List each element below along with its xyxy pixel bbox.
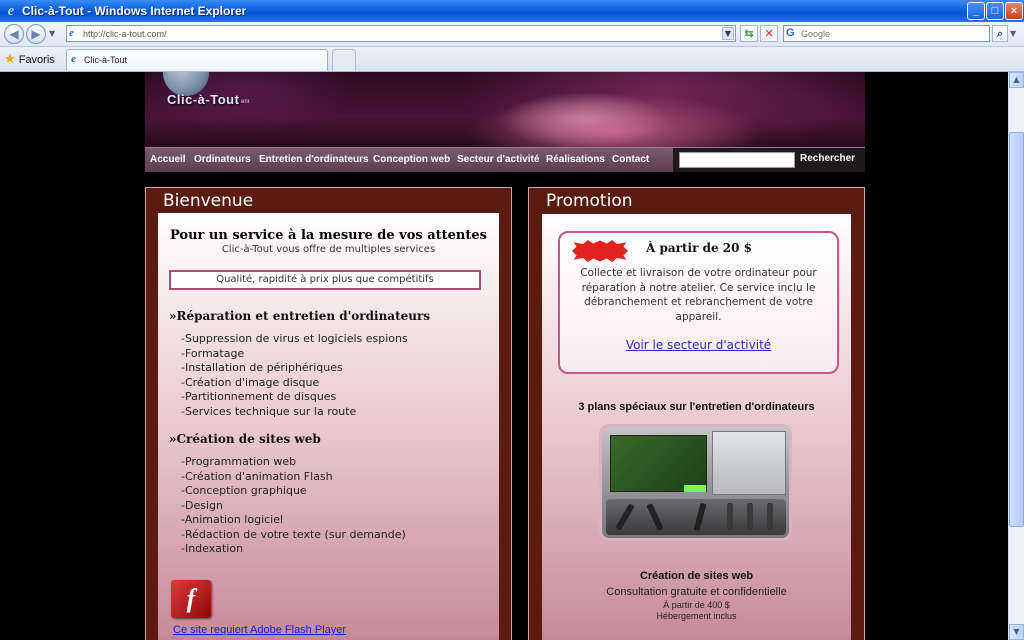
list-item: -Design <box>181 498 223 512</box>
window-title: Clic-à-Tout - Windows Internet Explorer <box>22 4 247 18</box>
site-logo-sub: enr <box>241 99 250 105</box>
site-container: Clic-à-Tout enr Accueil Ordinateurs Entr… <box>145 72 865 640</box>
promo-card: À partir de 20 $ Collecte et livraison d… <box>558 231 839 374</box>
favorites-label: Favoris <box>18 54 55 66</box>
site-nav: Accueil Ordinateurs Entretien d'ordinate… <box>145 147 865 172</box>
starburst-icon <box>572 240 628 262</box>
page-viewport: Clic-à-Tout enr Accueil Ordinateurs Entr… <box>0 72 1008 640</box>
site-banner: Clic-à-Tout enr <box>145 72 865 147</box>
new-tab-button[interactable] <box>332 49 356 71</box>
chassis-shape <box>712 431 786 495</box>
back-arrow-icon: ◀ <box>9 27 19 41</box>
list-item: -Services technique sur la route <box>181 404 357 418</box>
promotion-heading: Promotion <box>546 191 633 211</box>
welcome-body: Pour un service à la mesure de vos atten… <box>158 213 499 640</box>
maximize-button[interactable]: □ <box>986 2 1004 20</box>
flash-player-link[interactable]: Ce site requiert Adobe Flash Player <box>173 624 346 636</box>
repair-list: -Suppression de virus et logiciels espio… <box>181 332 408 419</box>
list-item: -Création d'image disque <box>181 375 320 389</box>
search-box[interactable]: G <box>783 25 990 42</box>
refresh-button[interactable]: ⇆ <box>740 25 758 42</box>
tab-label: Clic-à-Tout <box>84 55 128 65</box>
list-item: -Rédaction de votre texte (sur demande) <box>181 527 406 541</box>
address-field[interactable]: e ▼ <box>66 25 736 42</box>
welcome-subtitle: Clic-à-Tout vous offre de multiples serv… <box>221 244 436 255</box>
chevron-down-icon[interactable]: ▼ <box>722 27 734 40</box>
stop-icon: ✕ <box>764 27 774 40</box>
section-title-repair: »Réparation et entretien d'ordinateurs <box>169 309 431 323</box>
list-item: -Partitionnement de disques <box>181 390 337 403</box>
motherboard-shape <box>610 435 707 492</box>
google-icon: G <box>786 27 795 39</box>
list-item: -Installation de périphériques <box>181 361 343 374</box>
search-input[interactable] <box>801 26 981 41</box>
nav-entretien[interactable]: Entretien d'ordinateurs <box>259 154 369 165</box>
secteur-activite-link[interactable]: Voir le secteur d'activité <box>560 338 837 352</box>
forward-button[interactable]: ▶ <box>26 24 46 44</box>
web-services-title: Création de sites web <box>639 570 754 582</box>
search-button[interactable]: ⌕ <box>992 25 1008 42</box>
list-item: -Création d'animation Flash <box>181 469 333 483</box>
list-item: -Indexation <box>181 542 244 555</box>
site-search-button[interactable]: Rechercher <box>800 153 855 164</box>
close-button[interactable]: × <box>1005 2 1023 20</box>
web-services-hosting: Hébergement inclus <box>656 611 737 621</box>
search-options-icon[interactable]: ▼ <box>1010 29 1016 38</box>
list-item: -Programmation web <box>181 455 297 468</box>
scroll-up-icon[interactable]: ▲ <box>1009 72 1024 88</box>
favorites-bar: ★ Favoris e Clic-à-Tout <box>0 47 1024 72</box>
promo-text: Collecte et livraison de votre ordinateu… <box>580 267 817 323</box>
vertical-scrollbar[interactable]: ▲ ▼ <box>1008 72 1024 640</box>
welcome-heading: Bienvenue <box>163 191 254 211</box>
green-tag-shape <box>684 485 706 492</box>
computer-repair-image[interactable] <box>599 424 792 541</box>
search-icon: ⌕ <box>996 27 1004 40</box>
nav-realisations[interactable]: Réalisations <box>546 154 605 165</box>
plans-title: 3 plans spéciaux sur l'entretien d'ordin… <box>578 401 815 413</box>
site-search: Rechercher <box>673 148 865 172</box>
minimize-button[interactable]: _ <box>967 2 985 20</box>
flash-player-icon[interactable]: f <box>171 580 211 618</box>
site-logo[interactable]: Clic-à-Tout <box>167 92 239 107</box>
site-search-input[interactable] <box>679 152 795 168</box>
list-item: -Conception graphique <box>181 484 307 497</box>
scroll-thumb[interactable] <box>1009 132 1024 527</box>
list-item: -Animation logiciel <box>181 513 284 526</box>
window-titlebar: e Clic-à-Tout - Windows Internet Explore… <box>0 0 1024 22</box>
history-dropdown-icon[interactable]: ▼ <box>49 29 55 38</box>
tab-clic-a-tout[interactable]: e Clic-à-Tout <box>66 49 328 71</box>
favorites-button[interactable]: ★ Favoris <box>4 51 55 67</box>
refresh-icon: ⇆ <box>744 27 754 40</box>
address-toolbar: ◀ ▶ ▼ e ▼ ⇆ ✕ G ⌕ ▼ <box>0 22 1024 47</box>
promotion-panel: Promotion À partir de 20 $ Collecte et l… <box>528 187 865 640</box>
ram-stick-shape <box>727 503 733 531</box>
nav-accueil[interactable]: Accueil <box>150 154 186 165</box>
welcome-title: Pour un service à la mesure de vos atten… <box>170 228 487 243</box>
url-input[interactable] <box>83 26 713 41</box>
stop-button[interactable]: ✕ <box>760 25 778 42</box>
web-services-line: Consultation gratuite et confidentielle <box>606 586 787 598</box>
list-item: -Suppression de virus et logiciels espio… <box>181 332 408 345</box>
welcome-panel: Bienvenue Pour un service à la mesure de… <box>145 187 512 640</box>
ram-stick-shape <box>747 503 753 531</box>
section-title-web: »Création de sites web <box>169 432 321 446</box>
nav-secteur[interactable]: Secteur d'activité <box>457 154 539 165</box>
web-list: -Programmation web -Création d'animation… <box>181 455 406 557</box>
nav-contact[interactable]: Contact <box>612 154 649 165</box>
nav-ordinateurs[interactable]: Ordinateurs <box>194 154 251 165</box>
list-item: -Formatage <box>181 346 245 360</box>
tab-page-icon: e <box>71 53 76 65</box>
web-services-price: À partir de 400 $ <box>663 600 730 610</box>
ie-logo-icon: e <box>7 3 15 19</box>
forward-arrow-icon: ▶ <box>31 27 41 41</box>
promotion-body: À partir de 20 $ Collecte et livraison d… <box>542 214 851 640</box>
nav-conception-web[interactable]: Conception web <box>373 154 450 165</box>
scroll-down-icon[interactable]: ▼ <box>1009 624 1024 640</box>
star-icon: ★ <box>4 51 16 66</box>
welcome-highlight: Qualité, rapidité à prix plus que compét… <box>169 270 481 290</box>
page-icon: e <box>69 27 74 39</box>
promo-title: À partir de 20 $ <box>646 241 753 255</box>
back-button[interactable]: ◀ <box>4 24 24 44</box>
ram-stick-shape <box>767 503 773 531</box>
